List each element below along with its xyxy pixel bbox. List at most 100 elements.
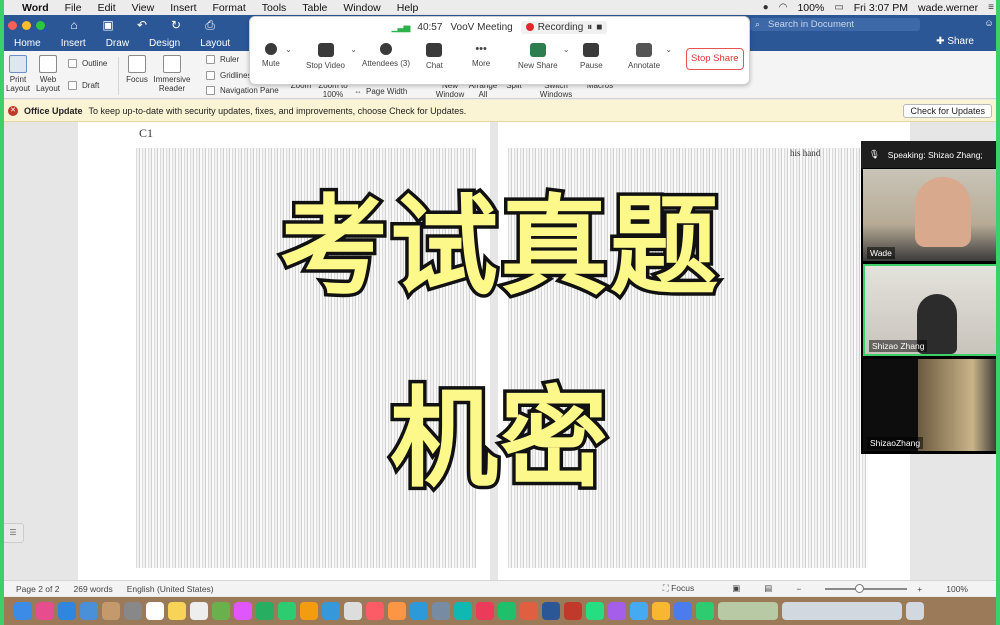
menu-tools[interactable]: Tools [262, 2, 287, 14]
pause-share-button[interactable]: Pause [580, 43, 603, 70]
facetime-icon[interactable] [278, 602, 296, 620]
menu-list-icon[interactable]: ≡ [988, 2, 994, 13]
gridlines-checkbox[interactable]: Gridlines [206, 71, 252, 80]
chevron-down-icon[interactable]: ⌄ [350, 45, 357, 54]
language[interactable]: English (United States) [127, 584, 214, 594]
tab-layout[interactable]: Layout [200, 38, 230, 49]
menu-file[interactable]: File [65, 2, 82, 14]
messages-icon[interactable] [256, 602, 274, 620]
battery-icon[interactable]: ▭ [834, 2, 843, 13]
music-icon[interactable] [366, 602, 384, 620]
stop-video-button[interactable]: Stop Video ⌄ [306, 43, 357, 70]
calendar-icon[interactable] [146, 602, 164, 620]
print-view-icon[interactable]: ▣ [732, 583, 740, 594]
video-tile-shizao[interactable]: Shizao Zhang [863, 264, 1000, 356]
launchpad-icon[interactable] [124, 602, 142, 620]
focus-button[interactable]: Focus [124, 55, 150, 84]
finder-icon[interactable] [14, 602, 32, 620]
outline-button[interactable]: Outline [68, 59, 107, 68]
attendees-button[interactable]: Attendees (3) [362, 43, 410, 68]
trash-icon[interactable] [906, 602, 924, 620]
menu-table[interactable]: Table [302, 2, 327, 14]
minimize-window-icon[interactable] [22, 20, 31, 30]
username[interactable]: wade.werner [918, 2, 978, 14]
new-share-button[interactable]: New Share ⌄ [518, 43, 570, 70]
menu-help[interactable]: Help [397, 2, 419, 14]
system-preferences-icon[interactable] [432, 602, 450, 620]
web-view-icon[interactable]: ▤ [764, 583, 772, 594]
comments-icon[interactable]: ☰ [2, 523, 24, 543]
zoom-slider[interactable] [825, 583, 908, 593]
books-icon[interactable] [388, 602, 406, 620]
wifi-icon[interactable]: ◠ [779, 2, 788, 13]
safari-icon[interactable] [58, 602, 76, 620]
acrobat-icon[interactable] [564, 602, 582, 620]
stop-recording-icon[interactable]: ■ [596, 22, 602, 33]
excel-icon[interactable] [498, 602, 516, 620]
check-for-updates-button[interactable]: Check for Updates [903, 104, 992, 118]
navigation-pane-checkbox[interactable]: Navigation Pane [206, 86, 279, 95]
contacts-icon[interactable] [102, 602, 120, 620]
tab-home[interactable]: Home [14, 38, 41, 49]
numbers-icon[interactable] [300, 602, 318, 620]
clock[interactable]: Fri 3:07 PM [854, 2, 908, 14]
voov-icon[interactable] [454, 602, 472, 620]
print-layout-button[interactable]: Print Layout [5, 55, 31, 93]
dismiss-update-icon[interactable]: ✕ [8, 105, 18, 116]
tab-design[interactable]: Design [149, 38, 180, 49]
recording-indicator[interactable]: Recording ⏸ ■ [520, 20, 608, 34]
annotate-button[interactable]: Annotate ⌄ [628, 43, 672, 70]
share-button[interactable]: ✚ Share [936, 36, 974, 47]
wechat-dock-icon[interactable] [696, 602, 714, 620]
print-icon[interactable]: ⎙ [200, 18, 220, 33]
pause-recording-icon[interactable]: ⏸ [587, 22, 592, 33]
menu-format[interactable]: Format [213, 2, 246, 14]
ruler-checkbox[interactable]: Ruler [206, 55, 239, 64]
minimized-windows[interactable] [782, 602, 902, 620]
zoom-level[interactable]: 100% [946, 584, 968, 594]
torrent-icon[interactable] [586, 602, 604, 620]
app-store-icon[interactable] [410, 602, 428, 620]
mail-icon[interactable] [80, 602, 98, 620]
chevron-down-icon[interactable]: ⌄ [563, 45, 570, 54]
zoom-window-icon[interactable] [36, 20, 45, 30]
menu-insert[interactable]: Insert [170, 2, 196, 14]
chrome-icon[interactable] [476, 602, 494, 620]
wechat-icon[interactable]: ● [763, 2, 769, 13]
keynote-icon[interactable] [322, 602, 340, 620]
undo-icon[interactable]: ↶ [132, 18, 152, 32]
reminders-icon[interactable] [190, 602, 208, 620]
page-width-button[interactable]: ⇔ Page Width [354, 87, 407, 96]
tab-draw[interactable]: Draw [106, 38, 129, 49]
siri-icon[interactable] [36, 602, 54, 620]
powerpoint-icon[interactable] [520, 602, 538, 620]
app-icon[interactable] [608, 602, 626, 620]
notes-icon[interactable] [168, 602, 186, 620]
close-window-icon[interactable] [8, 20, 17, 30]
chat-button[interactable]: Chat [426, 43, 443, 70]
more-button[interactable]: ••• More [472, 43, 490, 68]
smiley-icon[interactable]: ☺ [984, 18, 994, 29]
tab-insert[interactable]: Insert [61, 38, 86, 49]
mute-button[interactable]: Mute ⌄ [262, 43, 292, 68]
app-icon[interactable] [630, 602, 648, 620]
video-tile-shizaozhang[interactable]: ShizaoZhang [863, 359, 1000, 451]
stop-share-button[interactable]: Stop Share [686, 48, 744, 70]
home-icon[interactable]: ⌂ [64, 18, 84, 32]
menu-edit[interactable]: Edit [98, 2, 116, 14]
search-input[interactable]: ⌕ Search in Document [750, 18, 920, 31]
maps-icon[interactable] [212, 602, 230, 620]
video-tile-wade[interactable]: Wade [863, 169, 1000, 261]
chevron-down-icon[interactable]: ⌄ [665, 45, 672, 54]
redo-icon[interactable]: ↻ [166, 18, 186, 32]
menu-view[interactable]: View [132, 2, 155, 14]
page-count[interactable]: Page 2 of 2 [16, 584, 59, 594]
vlc-icon[interactable] [652, 602, 670, 620]
app-icon[interactable] [674, 602, 692, 620]
web-layout-button[interactable]: Web Layout [34, 55, 62, 93]
draft-button[interactable]: Draft [68, 81, 99, 90]
menu-window[interactable]: Window [343, 2, 380, 14]
immersive-reader-button[interactable]: Immersive Reader [152, 55, 192, 93]
zoom-in-icon[interactable]: + [917, 584, 922, 594]
pages-icon[interactable] [344, 602, 362, 620]
